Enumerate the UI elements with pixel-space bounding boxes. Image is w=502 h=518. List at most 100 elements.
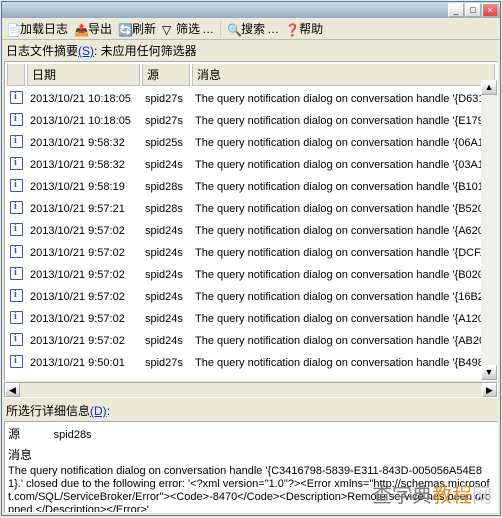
cell-source: spid25s <box>142 134 190 152</box>
info-icon <box>10 289 23 302</box>
help-button[interactable]: ❓帮助 <box>285 20 323 37</box>
info-icon <box>10 245 23 258</box>
cell-date: 2013/10/21 10:18:05 <box>27 112 140 130</box>
detail-message-label: 消息 <box>8 446 494 463</box>
cell-source: spid24s <box>142 244 190 262</box>
export-icon: 📤 <box>74 23 86 35</box>
column-message[interactable]: 消息 <box>192 64 495 86</box>
maximize-button[interactable]: □ <box>465 3 481 17</box>
scroll-down-arrow[interactable]: ▼ <box>481 365 497 380</box>
cell-message: The query notification dialog on convers… <box>192 310 495 328</box>
toolbar: 📄加载日志 📤导出 🔄刷新 ▽筛选… 🔍搜索… ❓帮助 <box>2 18 500 40</box>
cell-message: The query notification dialog on convers… <box>192 134 495 152</box>
load-log-button[interactable]: 📄加载日志 <box>6 20 68 37</box>
table-row[interactable]: 2013/10/21 9:57:02spid24sThe query notif… <box>5 264 497 286</box>
cell-source: spid24s <box>142 266 190 284</box>
scroll-up-arrow[interactable]: ▲ <box>481 80 497 95</box>
summary-bar: 日志文件摘要(S): 未应用任何筛选器 <box>2 40 500 61</box>
cell-date: 2013/10/21 9:57:02 <box>27 244 140 262</box>
summary-hotkey[interactable]: (S) <box>78 44 94 58</box>
cell-date: 2013/10/21 9:57:21 <box>27 200 140 218</box>
table-row[interactable]: 2013/10/21 9:58:32spid25sThe query notif… <box>5 132 497 154</box>
table-row[interactable]: 2013/10/21 9:57:02spid24sThe query notif… <box>5 330 497 352</box>
table-row[interactable]: 2013/10/21 9:58:32spid24sThe query notif… <box>5 154 497 176</box>
table-row[interactable]: 2013/10/21 9:50:01spid27sThe query notif… <box>5 352 497 372</box>
cell-source: spid28s <box>142 178 190 196</box>
vertical-scrollbar[interactable]: ▲ ▼ <box>481 80 497 380</box>
cell-message: The query notification dialog on convers… <box>192 288 495 306</box>
export-button[interactable]: 📤导出 <box>74 20 112 37</box>
cell-source: spid27s <box>142 112 190 130</box>
detail-panel: 源 spid28s 消息 The query notification dial… <box>4 421 498 513</box>
cell-date: 2013/10/21 9:58:19 <box>27 178 140 196</box>
refresh-button[interactable]: 🔄刷新 <box>118 20 156 37</box>
cell-source: spid24s <box>142 288 190 306</box>
table-row[interactable]: 2013/10/21 9:57:02spid24sThe query notif… <box>5 286 497 308</box>
detail-source-label: 源 <box>8 427 20 441</box>
info-icon <box>10 179 23 192</box>
cell-message: The query notification dialog on convers… <box>192 354 495 372</box>
table-row[interactable]: 2013/10/21 9:57:02spid24sThe query notif… <box>5 220 497 242</box>
cell-source: spid24s <box>142 156 190 174</box>
info-icon <box>10 267 23 280</box>
titlebar: _ □ × <box>2 2 500 18</box>
search-button[interactable]: 🔍搜索… <box>227 20 279 37</box>
table-row[interactable]: 2013/10/21 10:18:05spid27sThe query noti… <box>5 110 497 132</box>
info-icon <box>10 91 23 104</box>
cell-date: 2013/10/21 9:57:02 <box>27 288 140 306</box>
cell-date: 2013/10/21 9:58:32 <box>27 156 140 174</box>
table-row[interactable]: 2013/10/21 10:18:05spid27sThe query noti… <box>5 88 497 110</box>
table-row[interactable]: 2013/10/21 9:57:02spid24sThe query notif… <box>5 308 497 330</box>
cell-message: The query notification dialog on convers… <box>192 222 495 240</box>
cell-source: spid24s <box>142 310 190 328</box>
info-icon <box>10 201 23 214</box>
cell-date: 2013/10/21 9:58:32 <box>27 134 140 152</box>
info-icon <box>10 355 23 368</box>
info-icon <box>10 135 23 148</box>
cell-message: The query notification dialog on convers… <box>192 90 495 108</box>
filter-icon: ▽ <box>162 23 174 35</box>
info-icon <box>10 311 23 324</box>
info-icon <box>10 157 23 170</box>
close-button[interactable]: × <box>482 3 498 17</box>
cell-source: spid27s <box>142 354 190 372</box>
toolbar-separator <box>220 21 221 37</box>
cell-message: The query notification dialog on convers… <box>192 156 495 174</box>
scroll-track[interactable] <box>481 95 497 365</box>
detail-hotkey[interactable]: (D) <box>90 404 107 418</box>
search-icon: 🔍 <box>227 23 239 35</box>
detail-message-value: The query notification dialog on convers… <box>8 465 494 513</box>
cell-date: 2013/10/21 9:57:02 <box>27 266 140 284</box>
cell-date: 2013/10/21 9:50:01 <box>27 354 140 372</box>
table-row[interactable]: 2013/10/21 9:58:19spid28sThe query notif… <box>5 176 497 198</box>
cell-source: spid27s <box>142 90 190 108</box>
cell-message: The query notification dialog on convers… <box>192 112 495 130</box>
info-icon <box>10 223 23 236</box>
log-grid[interactable]: 日期 源 消息 2013/10/21 10:18:05spid27sThe qu… <box>5 62 497 372</box>
cell-message: The query notification dialog on convers… <box>192 332 495 350</box>
cell-source: spid24s <box>142 222 190 240</box>
cell-date: 2013/10/21 9:57:02 <box>27 332 140 350</box>
table-row[interactable]: 2013/10/21 9:57:02spid24sThe query notif… <box>5 242 497 264</box>
column-date[interactable]: 日期 <box>27 64 140 86</box>
help-icon: ❓ <box>285 23 297 35</box>
cell-source: spid28s <box>142 200 190 218</box>
info-icon <box>10 333 23 346</box>
filter-button[interactable]: ▽筛选… <box>162 20 214 37</box>
table-row[interactable]: 2013/10/21 9:57:21spid28sThe query notif… <box>5 198 497 220</box>
minimize-button[interactable]: _ <box>448 3 464 17</box>
cell-source: spid24s <box>142 332 190 350</box>
scroll-left-arrow[interactable]: ◀ <box>5 383 20 397</box>
horizontal-scrollbar[interactable]: ◀ ▶ <box>4 382 498 398</box>
cell-date: 2013/10/21 9:57:02 <box>27 310 140 328</box>
column-icon[interactable] <box>7 64 25 86</box>
cell-date: 2013/10/21 10:18:05 <box>27 90 140 108</box>
log-icon: 📄 <box>6 23 18 35</box>
scroll-right-arrow[interactable]: ▶ <box>482 383 497 397</box>
detail-label: 所选行详细信息(D): <box>2 398 500 421</box>
info-icon <box>10 113 23 126</box>
cell-message: The query notification dialog on convers… <box>192 200 495 218</box>
refresh-icon: 🔄 <box>118 23 130 35</box>
column-source[interactable]: 源 <box>142 64 190 86</box>
detail-source-value: spid28s <box>54 429 92 441</box>
